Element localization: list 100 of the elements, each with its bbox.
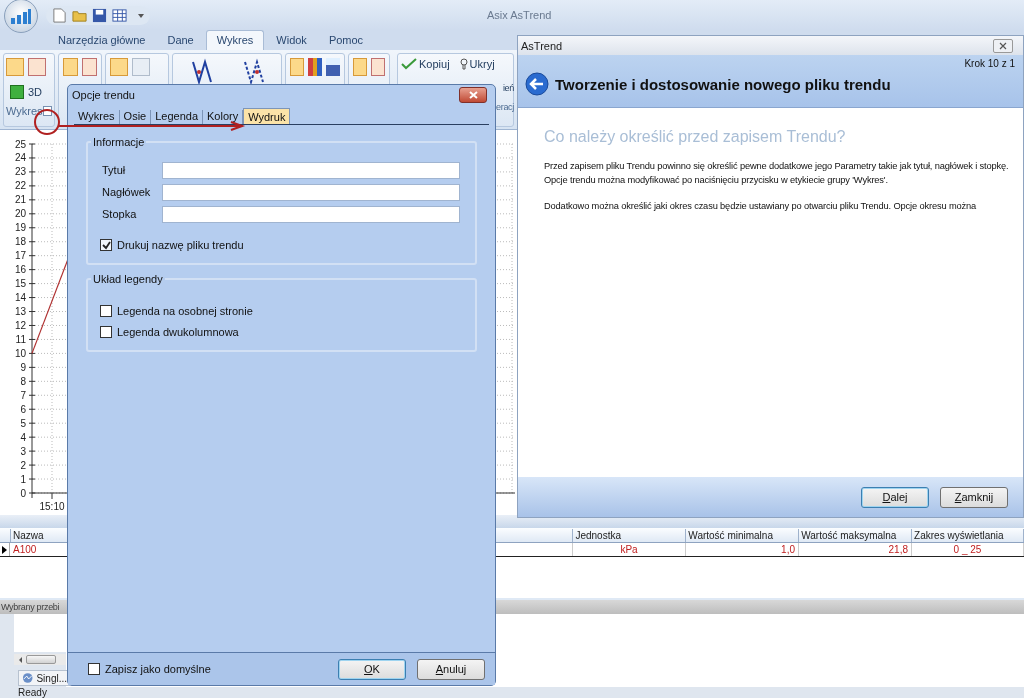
- ribbon-tab[interactable]: Dane: [157, 31, 204, 50]
- axis-label: 9: [20, 361, 26, 373]
- copy-button[interactable]: Kopiuj: [401, 58, 450, 70]
- wizard-header: Tworzenie i dostosowanie nowego pliku trendu: [555, 75, 891, 93]
- input-field[interactable]: [162, 183, 460, 201]
- close-button[interactable]: [459, 87, 487, 103]
- ribbon-tab[interactable]: Pomoc: [318, 31, 374, 50]
- dialog-tab[interactable]: Wykres: [74, 110, 120, 124]
- ribbon-tab[interactable]: Narzędzia główne: [48, 31, 156, 50]
- axis-label: 13: [14, 306, 26, 317]
- axis-label: 25: [14, 138, 26, 150]
- current-row-icon: [2, 545, 7, 554]
- table-cell: 21,8: [799, 543, 912, 556]
- axis-label: 23: [14, 166, 26, 178]
- checkbox-label: Drukuj nazwę pliku trendu: [117, 239, 244, 251]
- wizard-heading: Co należy określić przed zapisem Trendu?: [544, 128, 847, 146]
- status-text: Ready: [18, 687, 47, 698]
- axis-label: 11: [15, 333, 26, 345]
- column-header[interactable]: Wartość minimalna: [686, 528, 800, 542]
- horizontal-scrollbar[interactable]: [14, 654, 66, 665]
- axis-label: 10: [14, 347, 26, 359]
- ribbon-tab[interactable]: Widok: [266, 31, 317, 50]
- axis-label: 21: [14, 194, 26, 206]
- group-label: Wykres: [6, 105, 43, 117]
- group-label: eracj: [496, 102, 514, 112]
- group-title: Układ legendy: [91, 273, 165, 285]
- dropdown-icon[interactable]: [138, 11, 144, 19]
- group-title: Informacje: [91, 136, 147, 148]
- axis-label: 2: [20, 459, 26, 471]
- axis-label: 16: [14, 264, 26, 276]
- wizard-paragraph: Przed zapisem pliku Trendu powinno się określić pewne dodatkowe jego Parametry takie jak tytuł, nagłówek i stopkę. Opcje trendu można modyfikować po naciśnięciu przycisku w etykiecie grupy 'Wykres'.: [544, 160, 1010, 187]
- input-field[interactable]: [162, 161, 460, 179]
- table-icon[interactable]: [112, 7, 127, 23]
- axis-label: 6: [20, 403, 26, 415]
- dialog-tab[interactable]: Osie: [119, 110, 152, 124]
- field-label: Nagłówek: [101, 186, 152, 198]
- axis-label: 14: [14, 292, 26, 304]
- input-field[interactable]: [162, 205, 460, 223]
- checkbox-label: Legenda na osobnej stronie: [117, 305, 253, 317]
- checkbox[interactable]: [88, 663, 100, 675]
- axis-label: 7: [20, 389, 26, 401]
- checkmark-icon: [401, 58, 417, 70]
- wizard-button[interactable]: Zamknij: [940, 486, 1008, 508]
- dialog-button[interactable]: OK: [338, 658, 406, 680]
- line-chart-icon[interactable]: [191, 58, 215, 86]
- axis-label: 12: [14, 320, 26, 331]
- ribbon-button[interactable]: ień: [502, 83, 514, 93]
- column-header[interactable]: Wartość maksymalna: [799, 528, 913, 542]
- axis-label: 3: [20, 445, 26, 457]
- close-icon: [999, 41, 1007, 50]
- close-icon: [468, 91, 478, 99]
- axis-label: 20: [14, 208, 26, 220]
- wizard-button[interactable]: Dalej: [861, 486, 929, 508]
- bar-chart-icon[interactable]: [308, 58, 323, 76]
- table-cell: kPa: [573, 543, 686, 556]
- axis-label: 24: [14, 152, 26, 164]
- panel-title: Wybrany przebi: [0, 602, 60, 612]
- axis-label: 0: [20, 487, 26, 499]
- axis-label: 4: [20, 431, 26, 443]
- line-chart-icon[interactable]: [243, 58, 267, 86]
- column-header[interactable]: Zakres wyświetlania: [912, 528, 1024, 542]
- panel-tab[interactable]: Singl...: [18, 670, 70, 686]
- axis-label: 5: [20, 417, 26, 429]
- checkbox-label: Legenda dwukolumnowa: [117, 326, 239, 338]
- dialog-title: Opcje trendu: [72, 89, 135, 101]
- axis-label: 19: [14, 222, 26, 234]
- trend-icon: [21, 672, 35, 684]
- checkbox[interactable]: [100, 326, 112, 338]
- axis-label: 1: [20, 473, 26, 485]
- dialog-launcher-icon[interactable]: [42, 106, 52, 116]
- close-button[interactable]: [993, 38, 1013, 53]
- dialog-tab[interactable]: Wydruk: [243, 108, 291, 124]
- checkbox-label: Zapisz jako domyślne: [105, 663, 211, 675]
- row-selector[interactable]: [0, 543, 10, 556]
- axis-label: 22: [14, 180, 26, 192]
- dialog-button[interactable]: Anuluj: [417, 658, 485, 680]
- axis-label: 17: [14, 250, 26, 262]
- save-icon[interactable]: [92, 7, 107, 23]
- lightbulb-icon: [459, 58, 468, 70]
- dialog-tab[interactable]: Legenda: [151, 110, 204, 124]
- checkbox[interactable]: [100, 305, 112, 317]
- checkbox[interactable]: [100, 239, 112, 251]
- table-cell: 1,0: [686, 543, 799, 556]
- field-label: Stopka: [101, 208, 138, 220]
- axis-label: 15: [14, 278, 26, 290]
- scrollbar-thumb[interactable]: [26, 655, 56, 664]
- app-menu-button[interactable]: [4, 0, 38, 33]
- table-cell: 0 _ 25: [912, 543, 1024, 556]
- window-title: Asix AsTrend: [487, 9, 552, 21]
- axis-label: 8: [20, 375, 26, 387]
- cube-icon: [10, 85, 24, 99]
- window-title: AsTrend: [521, 39, 563, 52]
- hide-button[interactable]: Ukryj: [459, 58, 495, 70]
- field-label: Tytuł: [101, 164, 127, 176]
- area-chart-icon[interactable]: [326, 58, 340, 76]
- ribbon-tab[interactable]: Wykres: [205, 30, 265, 50]
- 3d-button[interactable]: 3D: [6, 85, 52, 99]
- wizard-paragraph: Dodatkowo można określić jaki okres czasu będzie ustawiany po otwarciu pliku Trendu. Opcje okresu można: [544, 200, 978, 213]
- column-header[interactable]: Jednostka: [573, 528, 687, 542]
- bar-chart-icon: [10, 8, 32, 24]
